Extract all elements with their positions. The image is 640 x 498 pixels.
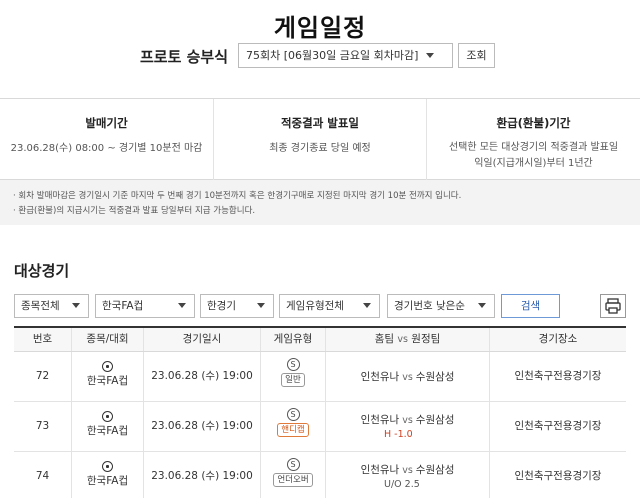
header-no: 번호: [14, 328, 72, 351]
round-select-value: 75회차 [06월30일 금요일 회차마감]: [246, 49, 419, 62]
game-type-badge: 핸디캡: [277, 423, 309, 437]
game-datetime: 23.06.28 (수) 19:00: [144, 352, 261, 401]
single-game-filter-select[interactable]: 한경기: [200, 294, 274, 318]
home-team: 인천유나: [360, 464, 400, 476]
soccer-ball-icon: [102, 411, 113, 422]
notice-box: · 회차 발매마감은 경기일시 기준 마지막 두 번째 경기 10분전까지 혹은…: [0, 180, 640, 225]
league-name: 한국FA컵: [86, 425, 129, 437]
game-number: 74: [14, 452, 72, 498]
sport-s-icon: S: [286, 408, 300, 421]
printer-icon: [605, 298, 621, 314]
notice-text: · 환급(환불)의 지급시기는 적중결과 발표 당일부터 지급 가능합니다.: [13, 206, 256, 216]
handicap-value: H -1.0: [384, 429, 413, 440]
game-datetime: 23.06.28 (수) 19:00: [144, 402, 261, 451]
info-text: 23.06.28(수) 08:00 ~ 경기별 10분전 마감: [10, 143, 203, 154]
matchup: 인천유나 vs 수원삼성: [360, 464, 455, 476]
game-type-badge: 일반: [281, 373, 305, 387]
search-button[interactable]: 검색: [501, 294, 560, 318]
matchup: 인천유나 vs 수원삼성: [360, 371, 455, 383]
game-number: 73: [14, 402, 72, 451]
game-type-filter-select[interactable]: 게임유형전체: [279, 294, 380, 318]
header-teams: 홈팀 vs 원정팀: [326, 328, 490, 351]
sport-s-icon: S: [286, 358, 300, 371]
chevron-down-icon: [257, 303, 265, 308]
game-type-label: 프로토 승부식: [140, 48, 229, 66]
league-name: 한국FA컵: [86, 375, 129, 387]
home-team: 인천유나: [360, 371, 400, 383]
venue: 인천축구전용경기장: [514, 370, 602, 382]
venue: 인천축구전용경기장: [514, 420, 602, 432]
venue: 인천축구전용경기장: [514, 470, 602, 482]
sport-filter-select[interactable]: 종목전체: [14, 294, 89, 318]
info-text: 최종 경기종료 당일 예정: [269, 143, 371, 154]
table-row[interactable]: 73 한국FA컵 23.06.28 (수) 19:00 S 핸디캡 인천유나 vs…: [14, 402, 626, 452]
soccer-ball-icon: [102, 461, 113, 472]
sport-s-icon: S: [286, 458, 300, 471]
game-type-filter-value: 게임유형전체: [286, 300, 344, 312]
sale-info-panel: 발매기간 23.06.28(수) 08:00 ~ 경기별 10분전 마감 적중결…: [0, 98, 640, 181]
page-title: 게임일정: [273, 14, 367, 42]
sort-filter-value: 경기번호 낮은순: [394, 300, 465, 312]
league-filter-select[interactable]: 한국FA컵: [95, 294, 195, 318]
chevron-down-icon: [72, 303, 80, 308]
lookup-button[interactable]: 조회: [458, 43, 495, 68]
print-button[interactable]: [600, 294, 626, 318]
league-name: 한국FA컵: [86, 475, 129, 487]
info-heading: 환급(환불)기간: [496, 116, 571, 130]
header-datetime: 경기일시: [144, 328, 261, 351]
matchup: 인천유나 vs 수원삼성: [360, 414, 455, 426]
round-select[interactable]: 75회차 [06월30일 금요일 회차마감]: [238, 43, 453, 68]
over-under-value: U/O 2.5: [384, 479, 420, 490]
away-team: 수원삼성: [415, 464, 455, 476]
sort-filter-select[interactable]: 경기번호 낮은순: [387, 294, 495, 318]
header-venue: 경기장소: [538, 333, 578, 345]
info-heading: 적중결과 발표일: [280, 116, 360, 130]
away-team: 수원삼성: [415, 414, 455, 426]
chevron-down-icon: [178, 303, 186, 308]
info-text: 익일(지급개시일)부터 1년간: [474, 158, 593, 169]
section-title: 대상경기: [14, 262, 70, 280]
info-heading: 발매기간: [85, 116, 128, 130]
league-filter-value: 한국FA컵: [102, 300, 144, 312]
game-datetime: 23.06.28 (수) 19:00: [144, 452, 261, 498]
notice-text: · 회차 발매마감은 경기일시 기준 마지막 두 번째 경기 10분전까지 혹은…: [13, 191, 462, 201]
info-text: 선택한 모든 대상경기의 적중결과 발표일: [448, 142, 619, 153]
table-header: 번호 종목/대회 경기일시 게임유형 홈팀 vs 원정팀 경기장소: [14, 328, 626, 352]
home-team: 인천유나: [360, 414, 400, 426]
sport-filter-value: 종목전체: [21, 300, 60, 312]
header-game-type: 게임유형: [261, 328, 326, 351]
info-refund-period: 환급(환불)기간 선택한 모든 대상경기의 적중결과 발표일 익일(지급개시일)…: [427, 99, 640, 181]
info-sale-period: 발매기간 23.06.28(수) 08:00 ~ 경기별 10분전 마감: [0, 99, 213, 181]
soccer-ball-icon: [102, 361, 113, 372]
chevron-down-icon: [426, 53, 434, 58]
away-team: 수원삼성: [415, 371, 455, 383]
info-result-date: 적중결과 발표일 최종 경기종료 당일 예정: [213, 99, 427, 181]
chevron-down-icon: [478, 303, 486, 308]
round-selector-row: 프로토 승부식 75회차 [06월30일 금요일 회차마감] 조회: [0, 43, 640, 69]
table-row[interactable]: 74 한국FA컵 23.06.28 (수) 19:00 S 언더오버 인천유나 v…: [14, 452, 626, 498]
match-table: 번호 종목/대회 경기일시 게임유형 홈팀 vs 원정팀 경기장소 72 한국F…: [14, 326, 626, 498]
game-type-badge: 언더오버: [273, 473, 313, 487]
header-league: 종목/대회: [72, 328, 144, 351]
single-game-filter-value: 한경기: [207, 300, 236, 312]
chevron-down-icon: [363, 303, 371, 308]
table-row[interactable]: 72 한국FA컵 23.06.28 (수) 19:00 S 일반 인천유나 vs 수…: [14, 352, 626, 402]
game-number: 72: [14, 352, 72, 401]
